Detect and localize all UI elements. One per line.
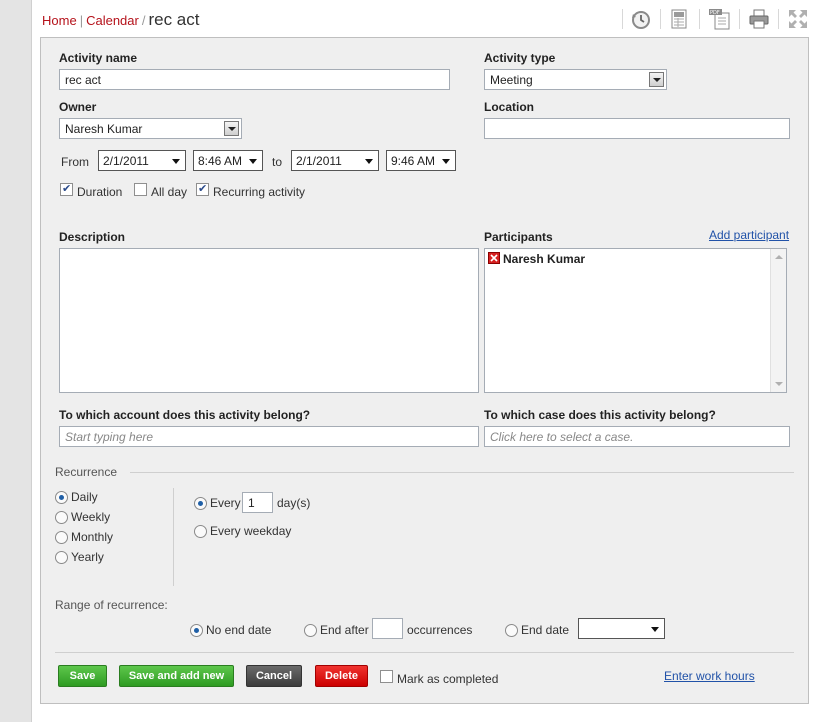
account-placeholder: Start typing here	[65, 430, 154, 444]
breadcrumb: Home | Calendar / rec act	[42, 10, 200, 30]
case-placeholder: Click here to select a case.	[490, 430, 634, 444]
to-date-select[interactable]: 2/1/2011	[291, 150, 379, 171]
weekly-radio[interactable]	[55, 511, 68, 524]
participants-label: Participants	[484, 230, 553, 244]
breadcrumb-calendar-link[interactable]: Calendar	[86, 13, 139, 28]
activity-name-input[interactable]: rec act	[59, 69, 450, 90]
svg-text:PDF: PDF	[710, 10, 720, 16]
activity-type-label: Activity type	[484, 51, 556, 65]
recurring-label: Recurring activity	[213, 185, 306, 199]
toolbar-divider	[778, 9, 779, 29]
participants-scrollbar[interactable]	[770, 249, 786, 392]
page-title: rec act	[148, 10, 200, 29]
end-date-label: End date	[521, 623, 570, 637]
remove-participant-icon[interactable]	[488, 252, 500, 264]
daily-radio[interactable]	[55, 491, 68, 504]
breadcrumb-separator: |	[79, 13, 84, 28]
no-end-date-label: No end date	[206, 623, 272, 637]
from-time-select[interactable]: 8:46 AM	[193, 150, 263, 171]
chevron-down-icon[interactable]	[224, 121, 239, 136]
scroll-up-icon[interactable]	[775, 255, 783, 259]
location-input[interactable]	[484, 118, 790, 139]
duration-label: Duration	[77, 185, 123, 199]
end-after-label: End after	[320, 623, 369, 637]
toolbar-divider	[739, 9, 740, 29]
case-label: To which case does this activity belong?	[484, 408, 716, 422]
scroll-down-icon[interactable]	[775, 382, 783, 386]
no-end-date-radio[interactable]	[190, 624, 203, 637]
excel-export-icon[interactable]	[669, 8, 691, 30]
recurrence-divider	[130, 472, 794, 473]
days-label: day(s)	[277, 496, 311, 510]
actions-divider	[55, 652, 794, 653]
breadcrumb-slash: /	[141, 13, 146, 28]
recurring-checkbox[interactable]	[196, 182, 209, 196]
activity-type-select[interactable]: Meeting	[484, 69, 667, 90]
location-label: Location	[484, 100, 534, 114]
save-and-add-new-button[interactable]: Save and add new	[119, 665, 234, 687]
pdf-export-icon[interactable]: PDF	[708, 8, 730, 30]
to-label: to	[272, 155, 283, 169]
toolbar-divider	[660, 9, 661, 29]
to-date-value: 2/1/2011	[296, 154, 342, 168]
monthly-label: Monthly	[71, 530, 114, 544]
to-time-select[interactable]: 9:46 AM	[386, 150, 456, 171]
breadcrumb-home-link[interactable]: Home	[42, 13, 77, 28]
toolbar-divider	[622, 9, 623, 29]
end-date-select[interactable]	[578, 618, 665, 639]
add-participant-link[interactable]: Add participant	[709, 228, 789, 242]
participant-name: Naresh Kumar	[503, 252, 586, 266]
every-days-input[interactable]: 1	[242, 492, 273, 513]
to-time-value: 9:46 AM	[391, 154, 436, 168]
every-weekday-radio[interactable]	[194, 525, 207, 538]
allday-checkbox[interactable]	[134, 183, 147, 196]
description-textarea[interactable]	[59, 248, 479, 393]
activity-type-value: Meeting	[490, 73, 533, 87]
history-icon[interactable]	[630, 8, 652, 30]
occurrences-input[interactable]	[372, 618, 403, 639]
from-time-value: 8:46 AM	[198, 154, 243, 168]
delete-button[interactable]: Delete	[315, 665, 368, 687]
every-label: Every	[210, 496, 241, 510]
account-label: To which account does this activity belo…	[59, 408, 311, 422]
allday-label: All day	[151, 185, 188, 199]
monthly-radio[interactable]	[55, 531, 68, 544]
every-days-radio[interactable]	[194, 497, 207, 510]
yearly-radio[interactable]	[55, 551, 68, 564]
account-input[interactable]: Start typing here	[59, 426, 479, 447]
end-date-radio[interactable]	[505, 624, 518, 637]
from-label: From	[61, 155, 89, 169]
mark-completed-label: Mark as completed	[397, 672, 499, 686]
toolbar-divider	[699, 9, 700, 29]
recurrence-title: Recurrence	[55, 465, 118, 479]
expand-icon[interactable]	[787, 8, 809, 30]
participants-list: Naresh Kumar	[484, 248, 787, 393]
cancel-button[interactable]: Cancel	[246, 665, 302, 687]
end-after-radio[interactable]	[304, 624, 317, 637]
weekly-label: Weekly	[71, 510, 111, 524]
description-label: Description	[59, 230, 126, 244]
case-input[interactable]: Click here to select a case.	[484, 426, 790, 447]
from-date-value: 2/1/2011	[103, 154, 149, 168]
chevron-down-icon[interactable]	[649, 72, 664, 87]
occurrences-label: occurrences	[407, 623, 473, 637]
range-title: Range of recurrence:	[55, 598, 168, 612]
enter-work-hours-link[interactable]: Enter work hours	[664, 669, 755, 683]
print-icon[interactable]	[748, 8, 770, 30]
recurrence-vertical-divider	[173, 488, 174, 586]
owner-label: Owner	[59, 100, 97, 114]
mark-completed-checkbox[interactable]	[380, 670, 393, 683]
daily-label: Daily	[71, 490, 98, 504]
duration-checkbox[interactable]	[60, 182, 73, 196]
from-date-select[interactable]: 2/1/2011	[98, 150, 186, 171]
owner-value: Naresh Kumar	[65, 122, 143, 136]
activity-name-label: Activity name	[59, 51, 138, 65]
owner-select[interactable]: Naresh Kumar	[59, 118, 242, 139]
save-button[interactable]: Save	[58, 665, 107, 687]
yearly-label: Yearly	[71, 550, 104, 564]
every-weekday-label: Every weekday	[210, 524, 292, 538]
